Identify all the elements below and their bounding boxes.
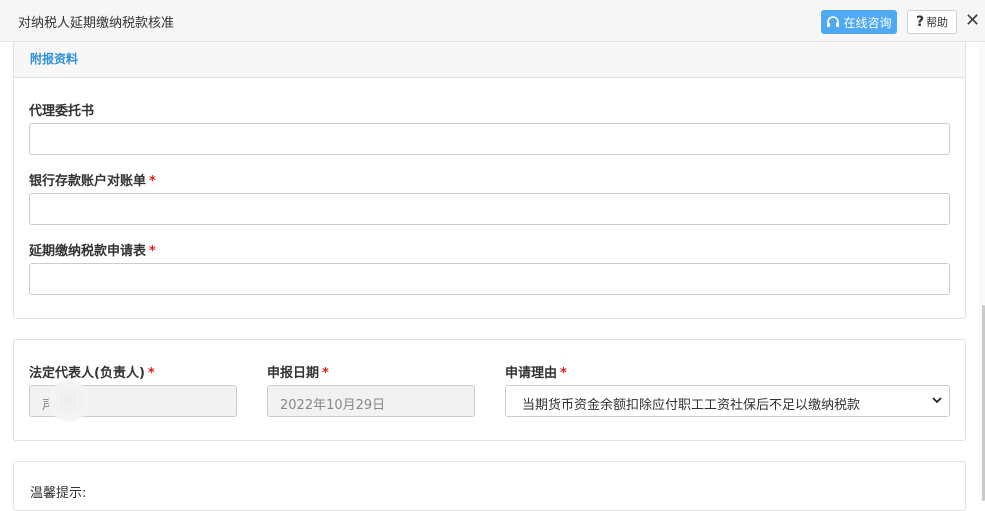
field-label-text: 银行存款账户对账单: [29, 174, 147, 189]
field-label-bank-statement: 银行存款账户对账单 *: [29, 170, 156, 189]
reason-label: 申请理由 *: [505, 362, 567, 381]
reason-label-text: 申请理由: [505, 366, 558, 381]
report-date-field: 2022年10月29日: [267, 385, 475, 417]
help-button[interactable]: ? 帮助: [907, 10, 957, 34]
reason-select[interactable]: 当期货币资金余额扣除应付职工工资社保后不足以缴纳税款: [505, 385, 950, 417]
close-icon[interactable]: ✕: [965, 11, 983, 31]
legal-rep-label: 法定代表人(负责人) *: [29, 362, 155, 381]
question-icon: ?: [915, 14, 925, 30]
legal-rep-label-text: 法定代表人(负责人): [29, 366, 145, 381]
field-label-text: 代理委托书: [29, 104, 95, 119]
headset-icon: [827, 16, 840, 27]
tips-label: 温馨提示:: [30, 486, 87, 501]
dialog-titlebar: 对纳税人延期缴纳税款核准 在线咨询 ? 帮助 ✕: [0, 0, 985, 42]
online-consult-label: 在线咨询: [843, 15, 892, 30]
dialog-title: 对纳税人延期缴纳税款核准: [18, 16, 175, 31]
field-label-proxy-letter: 代理委托书: [29, 100, 94, 119]
required-mark: *: [149, 174, 156, 189]
proxy-letter-upload-field[interactable]: [29, 123, 950, 155]
required-mark: *: [560, 366, 567, 381]
deferral-form-upload-field[interactable]: [29, 263, 950, 295]
bank-statement-upload-field[interactable]: [29, 193, 950, 225]
field-label-text: 延期缴纳税款申请表: [29, 244, 147, 259]
attachments-section-title: 附报资料: [30, 52, 79, 66]
report-date-label-text: 申报日期: [267, 366, 320, 381]
attachments-header: 附报资料: [14, 42, 965, 78]
report-date-label: 申报日期 *: [267, 362, 329, 381]
field-label-deferral-form: 延期缴纳税款申请表 *: [29, 240, 156, 259]
online-consult-button[interactable]: 在线咨询: [821, 10, 897, 34]
required-mark: *: [322, 366, 329, 381]
report-date-value: 2022年10月29日: [280, 398, 386, 413]
reason-select-value: 当期货币资金余额扣除应付职工工资社保后不足以缴纳税款: [522, 398, 861, 413]
required-mark: *: [149, 244, 156, 259]
tips-panel: 温馨提示:: [13, 461, 966, 511]
required-mark: *: [147, 366, 155, 381]
chevron-down-icon: [932, 397, 942, 404]
redaction-blur: [48, 380, 90, 422]
help-label: 帮助: [926, 16, 949, 29]
